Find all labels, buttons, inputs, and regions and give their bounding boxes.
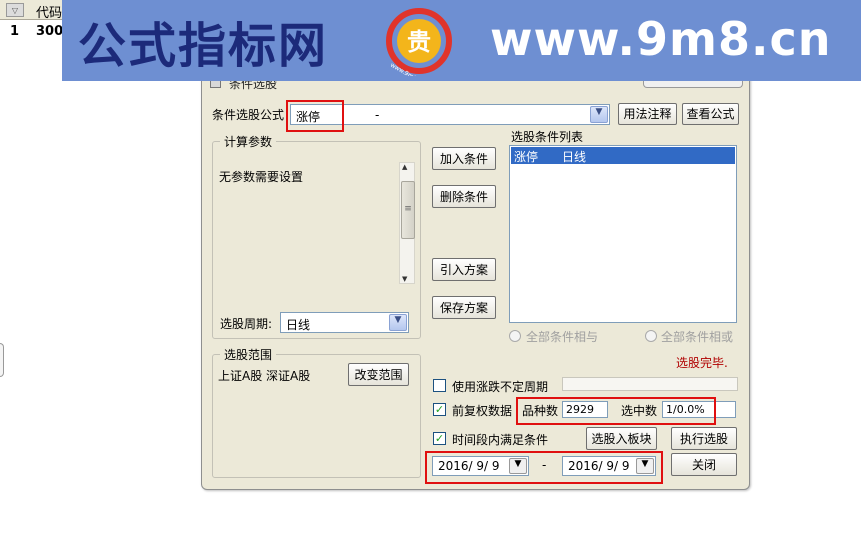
- condition-period: 日线: [562, 150, 587, 164]
- save-scheme-button[interactable]: 保存方案: [432, 296, 496, 319]
- radio-all-or[interactable]: [645, 330, 657, 342]
- side-collapse-tab[interactable]: [0, 343, 4, 377]
- execute-screen-button[interactable]: 执行选股: [671, 427, 737, 450]
- scroll-up-icon[interactable]: ▲: [402, 163, 407, 171]
- period-label: 选股周期:: [220, 317, 273, 331]
- uncertain-period-checkbox[interactable]: [433, 379, 446, 392]
- condition-list-label: 选股条件列表: [511, 130, 584, 144]
- close-button[interactable]: 关闭: [671, 453, 737, 476]
- formula-label: 条件选股公式: [212, 108, 285, 122]
- view-formula-button[interactable]: 查看公式: [682, 103, 739, 125]
- time-range-checkbox[interactable]: ✓: [433, 432, 446, 445]
- banner-site-name: 公式指标网: [78, 18, 329, 74]
- radio-all-or-label: 全部条件相或: [661, 330, 734, 344]
- range-text: 上证A股 深证A股: [218, 369, 311, 383]
- banner-logo: 贵 www.9m8.cn: [386, 8, 452, 76]
- scroll-down-icon[interactable]: ▼: [402, 275, 407, 283]
- logo-char: 贵: [407, 28, 431, 56]
- progress-bar: [562, 377, 738, 391]
- add-condition-button[interactable]: 加入条件: [432, 147, 496, 170]
- column-filter-icon[interactable]: ▽: [6, 3, 24, 17]
- params-scrollbar[interactable]: ▲ ≡ ▼: [399, 162, 415, 284]
- period-value: 日线: [286, 318, 311, 332]
- row-code[interactable]: 300: [36, 24, 63, 39]
- scroll-thumb[interactable]: ≡: [401, 181, 415, 239]
- list-item[interactable]: 涨停 日线: [511, 147, 735, 164]
- delete-condition-button[interactable]: 删除条件: [432, 185, 496, 208]
- chevron-down-icon[interactable]: ▼: [389, 314, 407, 331]
- params-group-title: 计算参数: [220, 133, 277, 150]
- condition-name: 涨停: [514, 150, 539, 164]
- to-block-button[interactable]: 选股入板块: [586, 427, 657, 450]
- time-range-label: 时间段内满足条件: [452, 433, 549, 447]
- change-range-button[interactable]: 改变范围: [348, 363, 409, 386]
- adjusted-data-checkbox[interactable]: ✓: [433, 403, 446, 416]
- import-scheme-button[interactable]: 引入方案: [432, 258, 496, 281]
- radio-all-and[interactable]: [509, 330, 521, 342]
- status-text: 选股完毕.: [676, 356, 728, 370]
- row-number: 1: [10, 24, 20, 39]
- adjusted-data-label: 前复权数据: [452, 404, 513, 418]
- period-select[interactable]: 日线 ▼: [280, 312, 409, 333]
- condition-list[interactable]: 涨停 日线: [509, 145, 737, 323]
- highlight-formula: [286, 100, 344, 132]
- banner-url: www.9m8.cn: [490, 12, 832, 66]
- column-header-code[interactable]: 代码: [36, 2, 62, 21]
- usage-notes-button[interactable]: 用法注释: [618, 103, 677, 125]
- params-text: 无参数需要设置: [219, 170, 304, 184]
- radio-all-and-label: 全部条件相与: [526, 330, 599, 344]
- range-group-title: 选股范围: [220, 346, 277, 363]
- highlight-counts: [516, 397, 716, 425]
- uncertain-period-label: 使用涨跌不定周期: [452, 380, 549, 394]
- highlight-dates: [425, 451, 663, 484]
- chevron-down-icon[interactable]: ▼: [590, 106, 608, 123]
- formula-description: -: [375, 108, 380, 122]
